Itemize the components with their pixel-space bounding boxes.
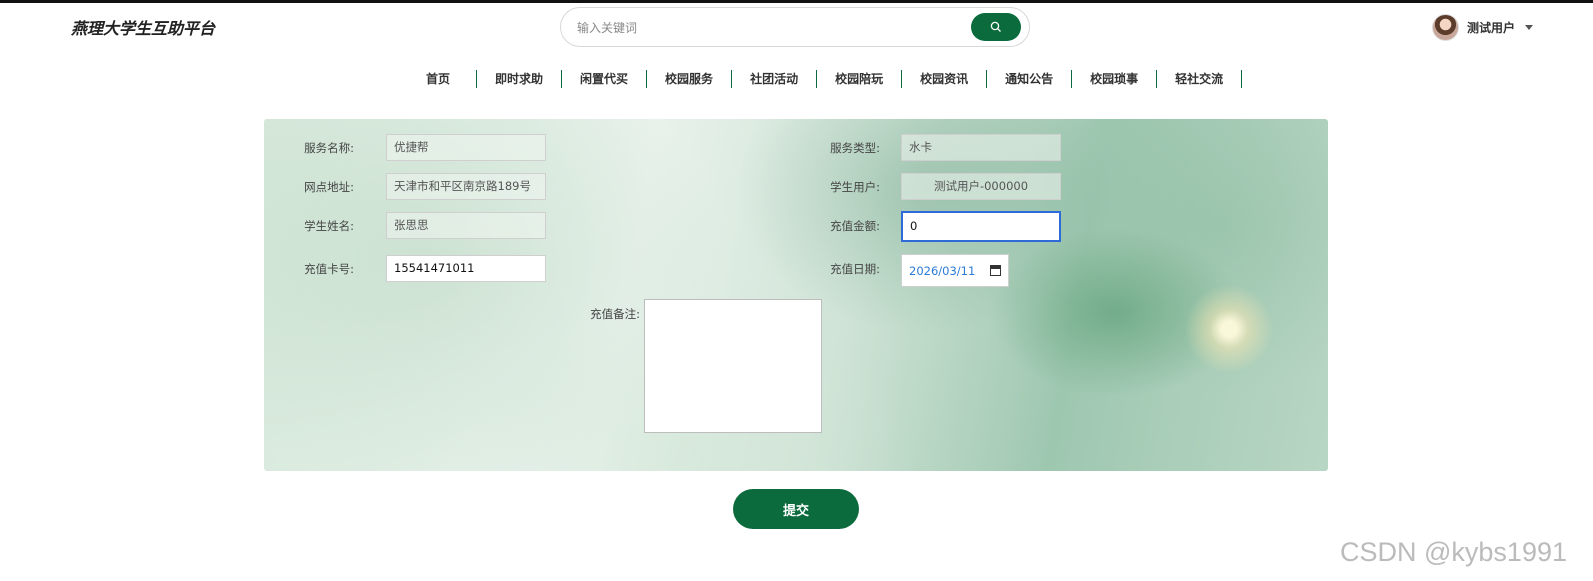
service-type-label: 服务类型:	[830, 141, 880, 155]
background-light-flare	[1184, 284, 1274, 374]
student-name-field: 张思思	[386, 212, 546, 239]
card-number-label: 充值卡号:	[304, 262, 354, 276]
form-panel: 服务名称: 优捷帮 服务类型: 水卡 网点地址: 天津市和平区南京路189号 学…	[264, 119, 1328, 471]
avatar	[1432, 13, 1459, 41]
search-input[interactable]	[575, 16, 949, 40]
watermark: CSDN @kybs1991	[1340, 537, 1567, 567]
nav-campus-companion[interactable]: 校园陪玩	[817, 70, 903, 88]
nav-campus-news[interactable]: 校园资讯	[902, 70, 988, 88]
nav-instant-help[interactable]: 即时求助	[477, 70, 563, 88]
student-user-label: 学生用户:	[830, 180, 880, 194]
service-name-field: 优捷帮	[386, 134, 546, 161]
chevron-down-icon	[1525, 24, 1534, 30]
date-input[interactable]: 2026/03/11	[901, 254, 1009, 287]
main-nav: 首页 即时求助 闲置代买 校园服务 社团活动 校园陪玩 校园资讯 通知公告 校园…	[410, 70, 1243, 88]
student-user-field: 测试用户-000000	[901, 173, 1061, 200]
search-button[interactable]	[971, 13, 1021, 41]
nav-home[interactable]: 首页	[410, 70, 478, 88]
nav-campus-service[interactable]: 校园服务	[647, 70, 733, 88]
nav-idle-purchase[interactable]: 闲置代买	[562, 70, 648, 88]
address-field: 天津市和平区南京路189号	[386, 173, 546, 200]
date-value: 2026/03/11	[909, 263, 976, 278]
service-type-field: 水卡	[901, 134, 1061, 161]
remark-label: 充值备注:	[590, 307, 640, 321]
amount-input[interactable]: 0	[901, 211, 1061, 242]
nav-club-activity[interactable]: 社团活动	[732, 70, 818, 88]
user-menu[interactable]: 测试用户	[1432, 13, 1534, 41]
calendar-icon[interactable]	[990, 265, 1001, 276]
submit-button[interactable]: 提交	[733, 489, 859, 529]
nav-notice[interactable]: 通知公告	[987, 70, 1073, 88]
card-number-input[interactable]: 15541471011	[386, 255, 546, 282]
user-name: 测试用户	[1467, 20, 1516, 35]
date-label: 充值日期:	[830, 262, 880, 276]
nav-social-exchange[interactable]: 轻社交流	[1157, 70, 1243, 88]
student-name-label: 学生姓名:	[304, 219, 354, 233]
address-label: 网点地址:	[304, 180, 354, 194]
remark-textarea[interactable]	[644, 299, 822, 433]
top-border	[0, 0, 1593, 3]
service-name-label: 服务名称:	[304, 141, 354, 155]
nav-campus-errands[interactable]: 校园琐事	[1072, 70, 1158, 88]
search-bar	[560, 7, 1030, 47]
amount-label: 充值金额:	[830, 219, 880, 233]
search-icon	[990, 21, 1001, 32]
site-title: 燕理大学生互助平台	[71, 19, 216, 38]
